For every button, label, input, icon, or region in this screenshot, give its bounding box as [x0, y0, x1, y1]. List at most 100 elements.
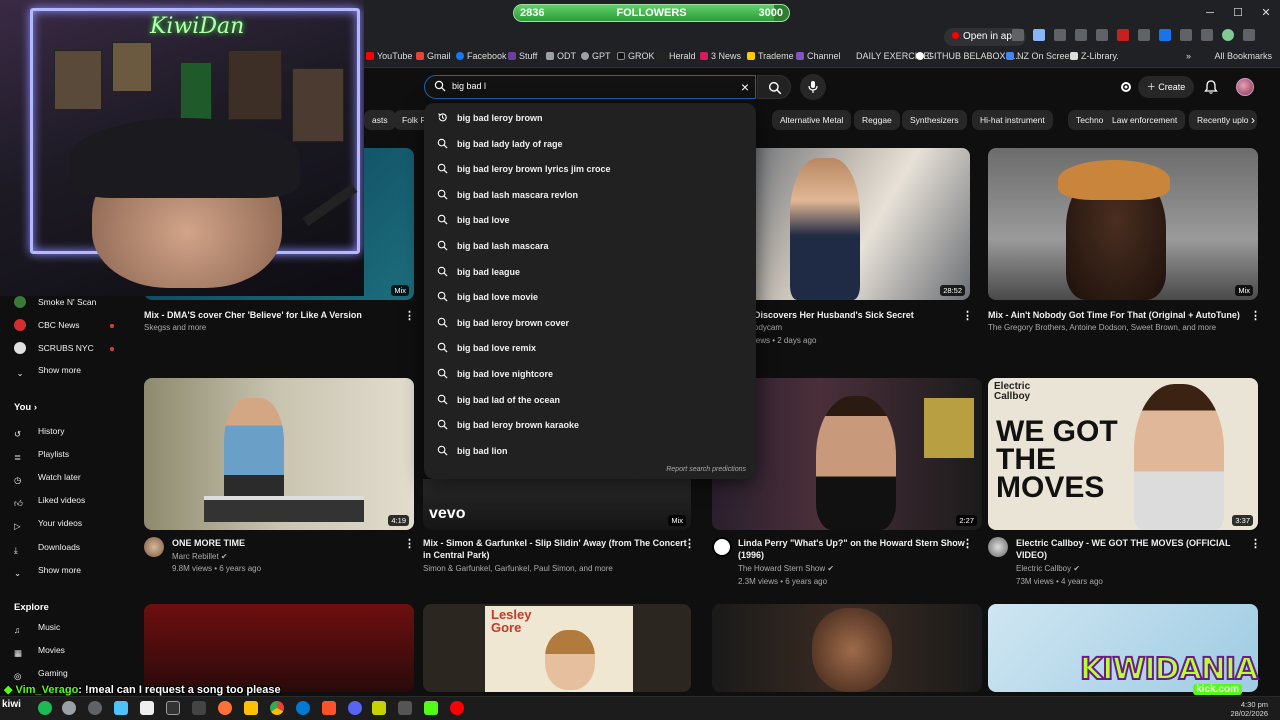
app-icon[interactable]	[114, 701, 128, 715]
sidebar-item-history[interactable]: ↺ History	[14, 426, 64, 444]
channel-avatar[interactable]	[712, 537, 732, 557]
search-suggestion[interactable]: big bad lash mascara	[424, 233, 756, 259]
video-title[interactable]: Electric Callboy - WE GOT THE MOVES (OFF…	[1016, 537, 1231, 561]
extension-icon[interactable]	[1096, 29, 1108, 41]
bookmark-stuff[interactable]: Stuff	[508, 51, 537, 61]
video-title[interactable]: Discovers Her Husband's Sick Secret	[754, 309, 914, 321]
bookmark-zlibrary[interactable]: Z-Library.	[1070, 51, 1119, 61]
bookmark-github[interactable]: GITHUB BELABOX P...	[916, 51, 1020, 61]
video-title[interactable]: Mix - Simon & Garfunkel - Slip Slidin' A…	[423, 537, 687, 561]
settings-gear-icon[interactable]	[1118, 79, 1134, 95]
app-icon[interactable]	[166, 701, 180, 715]
search-suggestion[interactable]: big bad leroy brown	[424, 105, 756, 131]
video-title[interactable]: Mix - Ain't Nobody Got Time For That (Or…	[988, 309, 1240, 321]
eye-off-icon[interactable]	[1012, 29, 1024, 41]
notifications-bell-icon[interactable]	[1203, 79, 1219, 95]
channel-name[interactable]: The Howard Stern Show ✔	[738, 563, 834, 575]
search-suggestion[interactable]: big bad leroy brown karaoke	[424, 412, 756, 438]
video-title[interactable]: Linda Perry "What's Up?" on the Howard S…	[738, 537, 965, 561]
app-icon[interactable]	[372, 701, 386, 715]
sidebar-item-music[interactable]: ♫ Music	[14, 622, 60, 640]
chip-reggae[interactable]: Reggae	[854, 110, 900, 130]
more-options-icon[interactable]: ⋮	[962, 309, 973, 322]
sidebar-item-downloads[interactable]: ⤓ Downloads	[14, 542, 80, 560]
video-thumbnail[interactable]: Lesley Gore	[423, 604, 691, 692]
video-title[interactable]: Mix - DMA'S cover Cher 'Believe' for Lik…	[144, 309, 404, 321]
minimize-button[interactable]: ─	[1196, 0, 1224, 26]
search-suggestion[interactable]: big bad love nightcore	[424, 361, 756, 387]
extension-icon[interactable]	[1117, 29, 1129, 41]
taskbar-clock[interactable]: 4:30 pm 28/02/2026	[1230, 700, 1268, 718]
video-title[interactable]: ONE MORE TIME	[172, 537, 245, 549]
bookmark-grok[interactable]: GROK	[617, 51, 655, 61]
bookmark-trademe[interactable]: Trademe	[747, 51, 794, 61]
spotify-icon[interactable]	[38, 701, 52, 715]
channel-name[interactable]: odycam	[754, 322, 782, 334]
more-options-icon[interactable]: ⋮	[1250, 537, 1261, 550]
star-icon[interactable]	[1033, 29, 1045, 41]
show-more-subscriptions[interactable]: ⌄ Show more	[14, 365, 81, 383]
search-query-text[interactable]: big bad l	[452, 81, 486, 91]
app-icon[interactable]	[192, 701, 206, 715]
search-submit-button[interactable]	[757, 75, 791, 99]
sidebar-item-liked-videos[interactable]: 👍︎ Liked videos	[14, 495, 85, 513]
file-icon[interactable]	[140, 701, 154, 715]
video-thumbnail[interactable]	[144, 604, 414, 692]
bookmark-channel[interactable]: Channel	[796, 51, 841, 61]
bookmarks-overflow-icon[interactable]: »	[1186, 51, 1191, 61]
chip-podcasts[interactable]: asts	[364, 110, 396, 130]
video-thumbnail[interactable]	[712, 604, 982, 692]
chips-next-icon[interactable]: ›	[1251, 113, 1255, 127]
video-thumbnail[interactable]: vevo Mix	[423, 479, 691, 530]
search-suggestion[interactable]: big bad love remix	[424, 335, 756, 361]
subscription-item[interactable]: SCRUBS NYC	[14, 342, 94, 360]
extension-icon[interactable]	[1138, 29, 1150, 41]
terminal-icon[interactable]	[398, 701, 412, 715]
app-icon[interactable]	[62, 701, 76, 715]
close-window-button[interactable]: ✕	[1252, 0, 1280, 26]
menu-dots-icon[interactable]	[1243, 29, 1255, 41]
more-options-icon[interactable]: ⋮	[684, 537, 695, 550]
discord-icon[interactable]	[348, 701, 362, 715]
create-button[interactable]: ＋ Create	[1138, 76, 1194, 98]
all-bookmarks[interactable]: All Bookmarks	[1214, 51, 1272, 61]
bookmark-herald[interactable]: Herald	[658, 51, 696, 61]
sidebar-item-show-more[interactable]: ⌄ Show more	[14, 565, 81, 583]
profile-icon[interactable]	[1222, 29, 1234, 41]
search-suggestion[interactable]: big bad league	[424, 259, 756, 285]
channel-name[interactable]: Marc Rebillet ✔	[172, 551, 228, 563]
brave-icon[interactable]	[322, 701, 336, 715]
search-suggestion[interactable]: big bad lion	[424, 438, 756, 464]
more-options-icon[interactable]: ⋮	[962, 537, 973, 550]
video-thumbnail[interactable]: Electric Callboy WE GOT THE MOVES 3:37	[988, 378, 1258, 530]
sidebar-item-your-videos[interactable]: ▷ Your videos	[14, 518, 82, 536]
more-options-icon[interactable]: ⋮	[404, 309, 415, 322]
bookmark-3news[interactable]: 3 News	[700, 51, 741, 61]
chip-hihat[interactable]: Hi-hat instrument	[972, 110, 1053, 130]
sidepanel-icon[interactable]	[1201, 29, 1213, 41]
sidebar-item-playlists[interactable]: ≣ Playlists	[14, 449, 69, 467]
bookmark-odt[interactable]: ODT	[546, 51, 576, 61]
sidebar-item-movies[interactable]: ▦ Movies	[14, 645, 65, 663]
search-suggestion[interactable]: big bad lash mascara revlon	[424, 182, 756, 208]
search-suggestion[interactable]: big bad love	[424, 207, 756, 233]
chip-law-enforcement[interactable]: Law enforcement	[1104, 110, 1186, 130]
chip-alternative-metal[interactable]: Alternative Metal	[772, 110, 852, 130]
chip-synthesizers[interactable]: Synthesizers	[902, 110, 967, 130]
channel-avatar[interactable]	[144, 537, 164, 557]
app-icon[interactable]	[88, 701, 102, 715]
search-suggestion[interactable]: big bad lady lady of rage	[424, 131, 756, 157]
bookmark-facebook[interactable]: Facebook	[456, 51, 507, 61]
channel-name[interactable]: Electric Callboy ✔	[1016, 563, 1080, 575]
video-thumbnail[interactable]: Mix	[988, 148, 1258, 300]
edge-icon[interactable]	[296, 701, 310, 715]
clear-search-button[interactable]: ×	[737, 78, 753, 96]
search-suggestion[interactable]: big bad leroy brown lyrics jim croce	[424, 156, 756, 182]
sidebar-item-watch-later[interactable]: ◷ Watch later	[14, 472, 81, 490]
more-options-icon[interactable]: ⋮	[1250, 309, 1261, 322]
subscription-item[interactable]: Smoke N' Scan	[14, 296, 96, 314]
folder-icon[interactable]	[244, 701, 258, 715]
bookmark-gmail[interactable]: Gmail	[416, 51, 451, 61]
extension-icon[interactable]	[1054, 29, 1066, 41]
kick-icon[interactable]	[424, 701, 438, 715]
